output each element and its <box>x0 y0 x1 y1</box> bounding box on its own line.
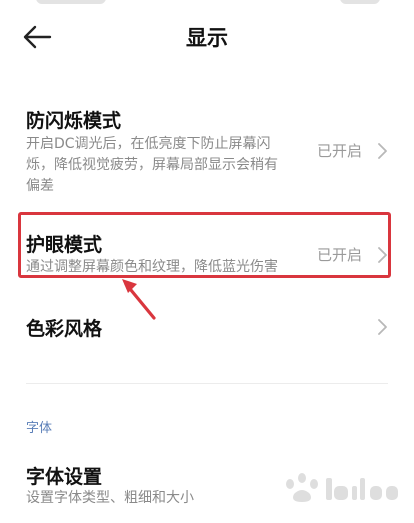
row-status: 已开启 <box>316 246 362 264</box>
row-title: 防闪烁模式 <box>26 110 122 132</box>
section-label-font: 字体 <box>26 421 53 436</box>
row-font-settings[interactable]: 字体设置 设置字体类型、粗细和大小 <box>0 456 414 512</box>
chevron-right-icon <box>378 143 387 159</box>
header: 显示 <box>0 14 414 58</box>
chevron-right-icon <box>378 319 387 335</box>
page-title: 显示 <box>186 26 228 50</box>
row-title: 色彩风格 <box>26 318 103 340</box>
row-title: 护眼模式 <box>26 234 103 256</box>
row-title: 字体设置 <box>26 466 103 488</box>
status-bar-indicators <box>340 0 380 4</box>
row-status: 已开启 <box>316 142 362 160</box>
row-description-line-1: 开启DC调光后，在低亮度下防止屏幕闪 <box>26 136 271 152</box>
arrow-left-icon <box>23 25 52 49</box>
row-description-line-2: 烁，降低视觉疲劳，屏幕局部显示会稍有 <box>26 157 278 173</box>
row-description: 设置字体类型、粗细和大小 <box>26 490 194 506</box>
row-anti-flicker-mode[interactable]: 防闪烁模式 开启DC调光后，在低亮度下防止屏幕闪 烁，降低视觉疲劳，屏幕局部显示… <box>0 100 414 200</box>
row-eye-care-mode[interactable]: 护眼模式 通过调整屏幕颜色和纹理，降低蓝光伤害 已开启 <box>0 222 414 275</box>
chevron-right-icon <box>378 247 387 263</box>
status-bar-time <box>36 0 106 4</box>
status-bar <box>0 0 414 8</box>
row-description: 通过调整屏幕颜色和纹理，降低蓝光伤害 <box>26 259 278 275</box>
row-description-line-3: 偏差 <box>26 178 54 194</box>
section-divider <box>26 383 388 384</box>
row-color-style[interactable]: 色彩风格 <box>0 306 414 348</box>
back-button[interactable] <box>20 22 54 52</box>
